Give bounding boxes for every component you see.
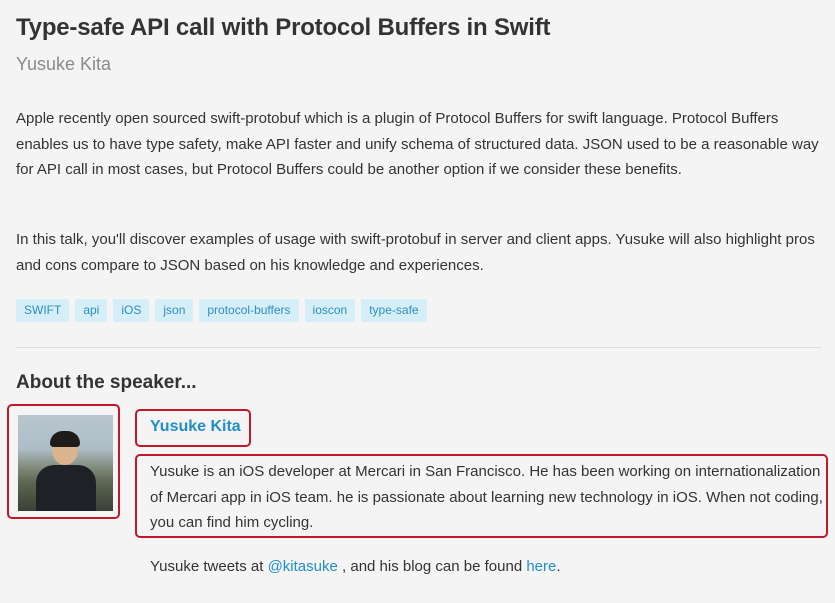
tag-ios[interactable]: iOS: [113, 299, 150, 322]
speaker-links-prefix: Yusuke tweets at: [150, 558, 264, 575]
speaker-photo-highlight: [7, 404, 120, 519]
blog-link[interactable]: here: [526, 558, 556, 575]
twitter-link[interactable]: @kitasuke: [268, 558, 338, 575]
tag-ioscon[interactable]: ioscon: [304, 299, 356, 322]
speaker-links: Yusuke tweets at @kitasuke , and his blo…: [150, 556, 561, 578]
talk-abstract-paragraph: In this talk, you'll discover examples o…: [16, 231, 815, 274]
tag-json[interactable]: json: [155, 299, 194, 322]
speaker-photo-body: [36, 465, 96, 511]
speaker-links-suffix: .: [556, 558, 561, 575]
speaker-links-middle: , and his blog can be found: [342, 558, 523, 575]
about-speaker-heading: About the speaker...: [16, 372, 197, 393]
speaker-name-link[interactable]: Yusuke Kita: [150, 418, 241, 436]
tag-type-safe[interactable]: type-safe: [361, 299, 427, 322]
section-divider: [16, 347, 821, 348]
talk-author: Yusuke Kita: [16, 54, 112, 74]
tag-swift[interactable]: SWIFT: [16, 299, 70, 322]
tag-list: SWIFT api iOS json protocol-buffers iosc…: [16, 299, 427, 322]
tag-protocol-buffers[interactable]: protocol-buffers: [199, 299, 299, 322]
talk-title: Type-safe API call with Protocol Buffers…: [16, 14, 551, 41]
speaker-bio: Yusuke is an iOS developer at Mercari in…: [150, 463, 823, 531]
talk-abstract-paragraph: Apple recently open sourced swift-protob…: [16, 110, 819, 178]
tag-api[interactable]: api: [75, 299, 108, 322]
speaker-photo-hair: [50, 431, 80, 447]
speaker-photo: [18, 415, 113, 511]
